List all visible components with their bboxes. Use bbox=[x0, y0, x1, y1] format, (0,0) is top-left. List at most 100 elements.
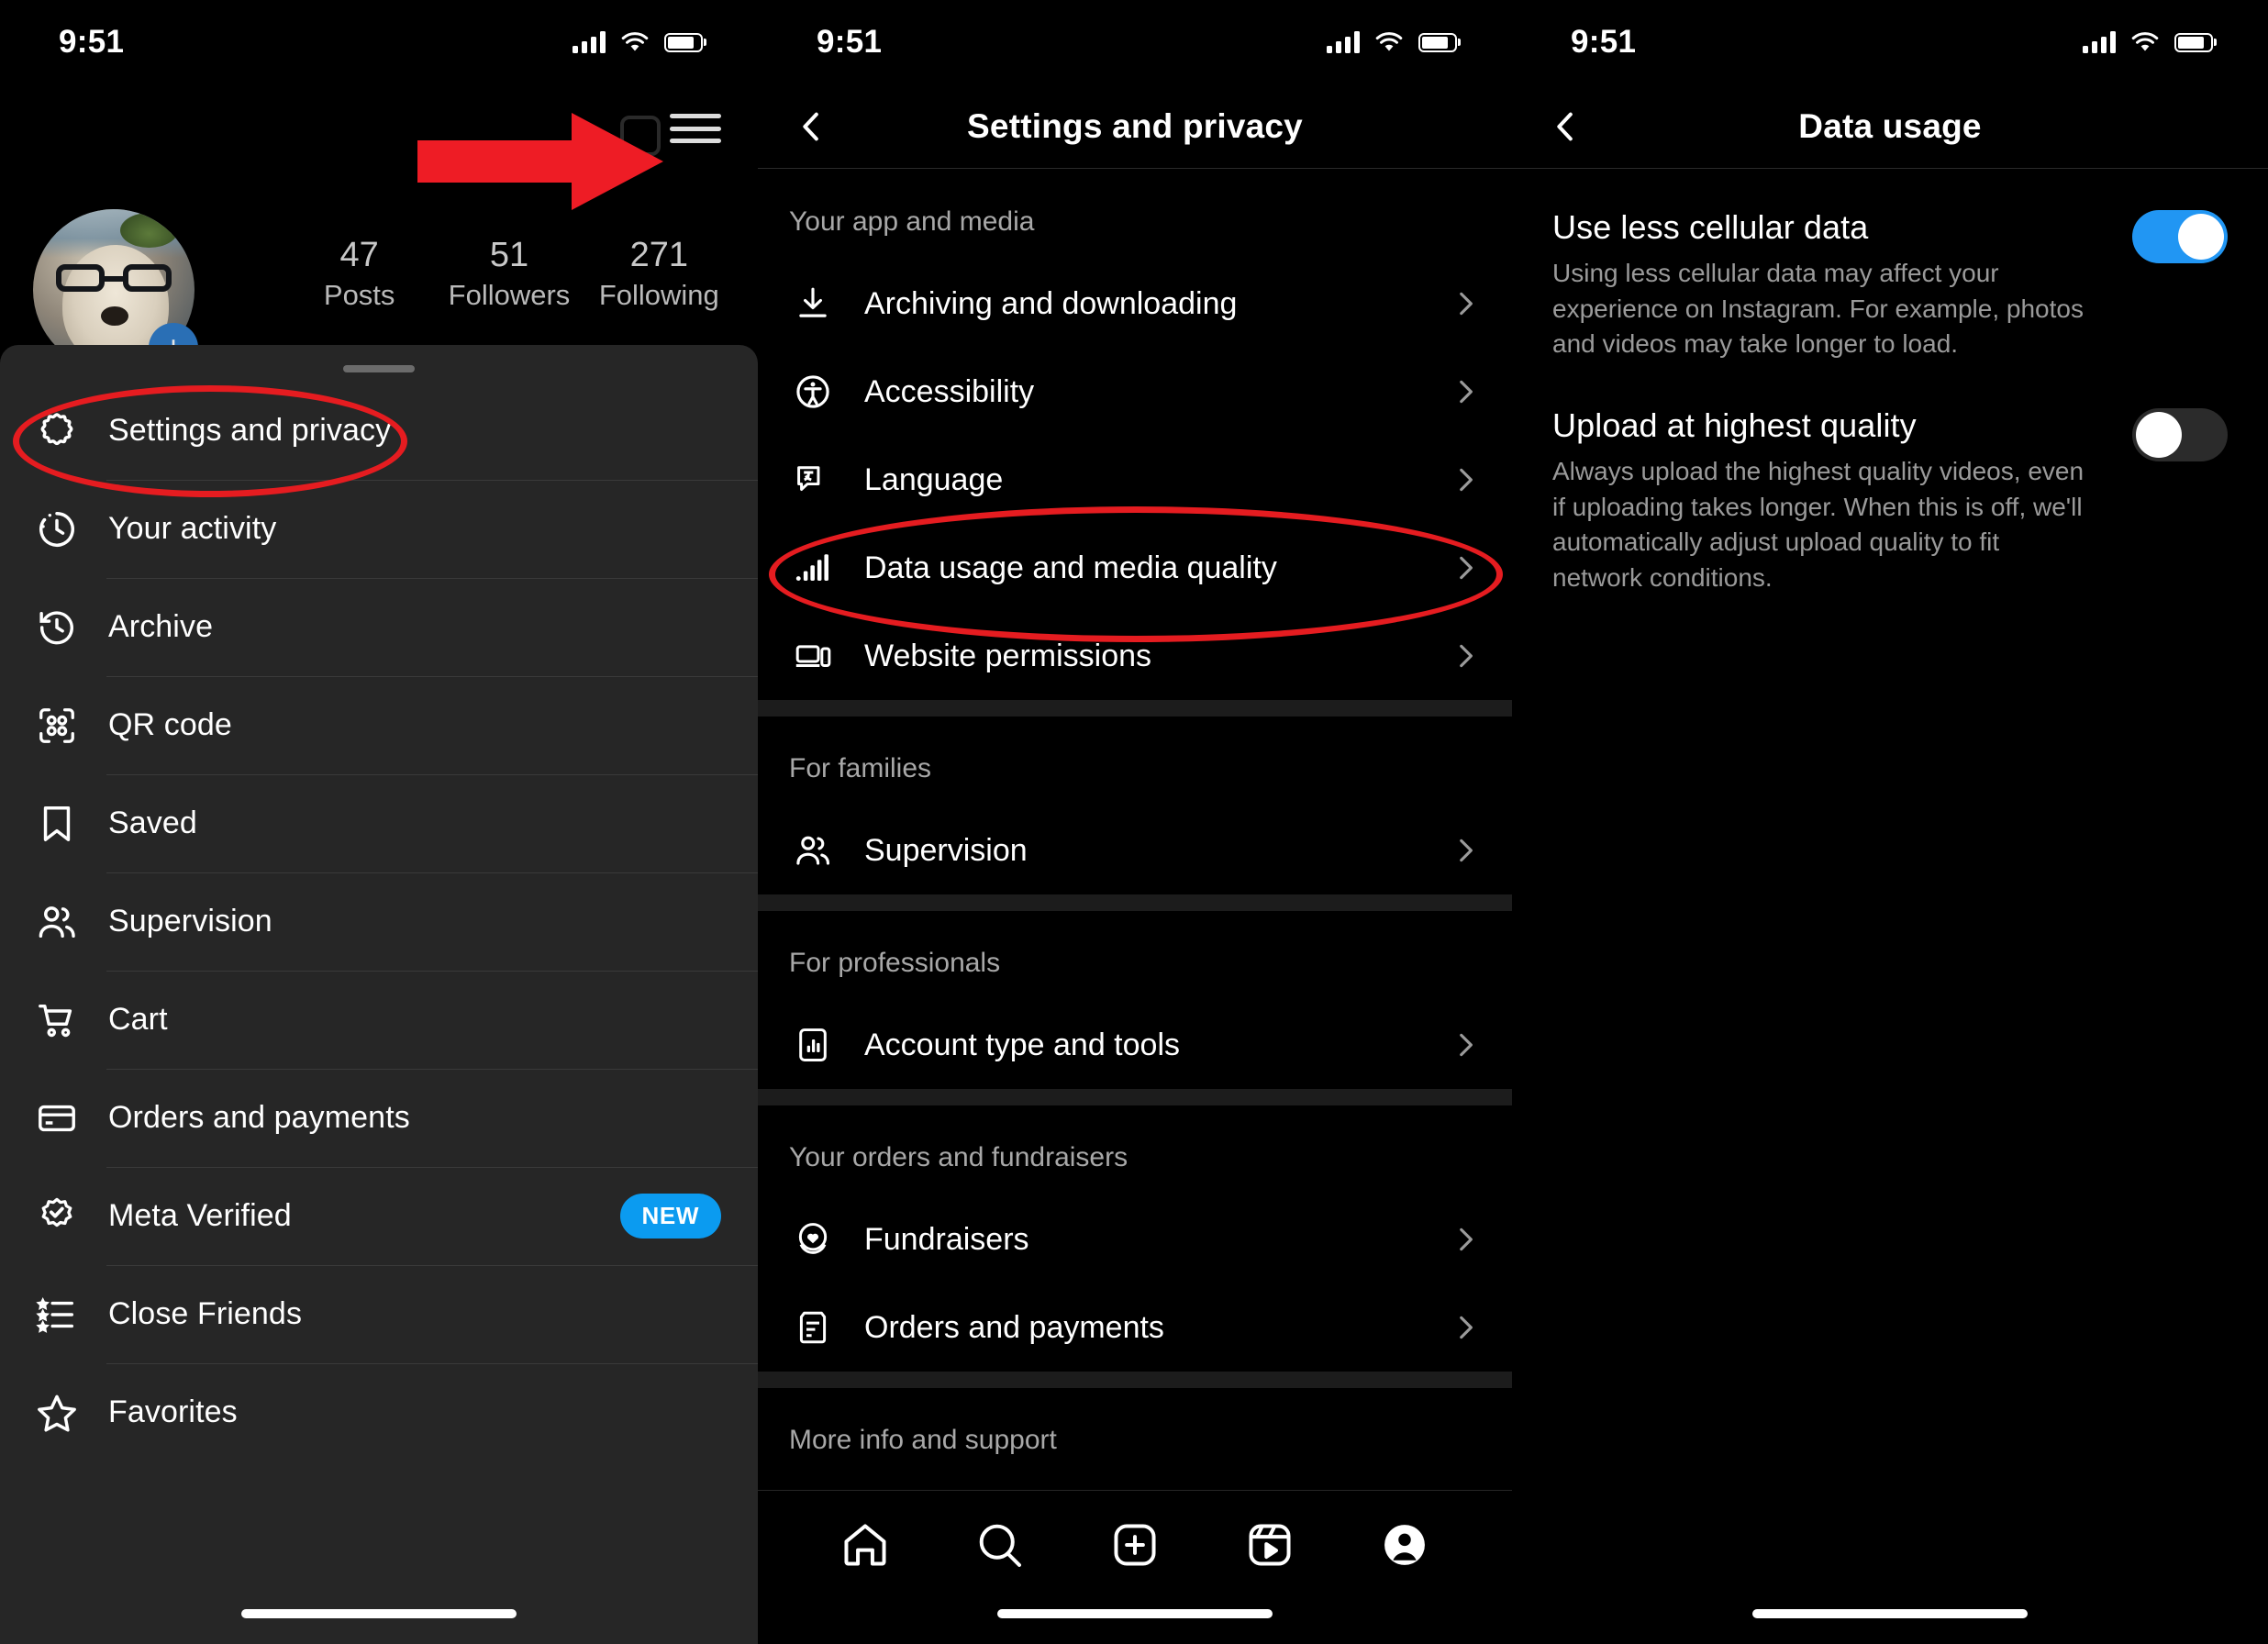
menu-item-qr-code[interactable]: QR code bbox=[0, 676, 758, 774]
setting-title: Upload at highest quality bbox=[1552, 405, 1917, 444]
section-divider bbox=[758, 1089, 1512, 1105]
status-bar-data-usage: 9:51 bbox=[1512, 0, 2268, 84]
settings-row-account-type-and-tools[interactable]: Account type and tools bbox=[758, 1001, 1512, 1089]
search-icon[interactable] bbox=[972, 1516, 1028, 1573]
menu-item-archive[interactable]: Archive bbox=[0, 578, 758, 676]
credit-card-icon bbox=[31, 1093, 83, 1144]
bar-chart-signal-icon bbox=[789, 549, 837, 587]
section-heading-your-orders-and-fundraisers: Your orders and fundraisers bbox=[789, 1142, 1128, 1172]
bookmark-icon bbox=[31, 798, 83, 850]
settings-row-data-usage-and-media-quality[interactable]: Data usage and media quality bbox=[758, 524, 1512, 612]
chevron-left-icon[interactable] bbox=[1540, 101, 1591, 152]
page-title: Data usage bbox=[1798, 106, 1982, 145]
section-divider bbox=[758, 894, 1512, 911]
chevron-right-icon bbox=[1450, 288, 1481, 319]
cellular-signal-icon bbox=[1327, 31, 1360, 53]
panel-data-usage: 9:51 Data usage Use less cellular data U… bbox=[1512, 0, 2268, 1644]
home-indicator bbox=[1752, 1609, 2028, 1618]
menu-item-label: QR code bbox=[108, 707, 232, 742]
menu-item-label: Your activity bbox=[108, 511, 277, 546]
data-usage-settings-list: Use less cellular data Using less cellul… bbox=[1512, 170, 2268, 1644]
star-icon bbox=[31, 1387, 83, 1438]
settings-row-label: Data usage and media quality bbox=[864, 550, 1277, 585]
setting-title: Use less cellular data bbox=[1552, 208, 1869, 246]
settings-row-website-permissions[interactable]: Website permissions bbox=[758, 612, 1512, 700]
toggle-upload-at-highest-quality[interactable] bbox=[2132, 407, 2228, 461]
wifi-icon bbox=[1374, 31, 1404, 53]
home-indicator bbox=[997, 1609, 1273, 1618]
hamburger-menu-icon[interactable] bbox=[670, 108, 721, 149]
account-tools-icon bbox=[789, 1026, 837, 1064]
section-heading-more-info-and-support: More info and support bbox=[789, 1425, 1057, 1455]
language-icon bbox=[789, 461, 837, 499]
status-time: 9:51 bbox=[1571, 24, 1637, 60]
status-bar-settings: 9:51 bbox=[758, 0, 1512, 84]
status-icons bbox=[2083, 31, 2213, 53]
chevron-left-icon[interactable] bbox=[785, 101, 837, 152]
status-bar-profile: 9:51 bbox=[0, 0, 758, 84]
menu-item-label: Archive bbox=[108, 609, 214, 644]
reels-icon[interactable] bbox=[1241, 1516, 1298, 1573]
website-permissions-icon bbox=[789, 637, 837, 675]
profile-avatar-icon[interactable] bbox=[1376, 1516, 1433, 1573]
profile-stats: 47 Posts 51 Followers 271 Following bbox=[284, 236, 734, 312]
menu-item-cart[interactable]: Cart bbox=[0, 971, 758, 1069]
home-icon[interactable] bbox=[837, 1516, 894, 1573]
settings-navbar: Settings and privacy bbox=[758, 84, 1512, 169]
bottom-tab-bar bbox=[758, 1490, 1512, 1644]
home-indicator bbox=[241, 1609, 517, 1618]
archive-clock-icon bbox=[31, 602, 83, 653]
chevron-right-icon bbox=[1450, 1312, 1481, 1343]
menu-item-close-friends[interactable]: Close Friends bbox=[0, 1265, 758, 1363]
menu-item-label: Settings and privacy bbox=[108, 413, 392, 448]
stat-followers[interactable]: 51 Followers bbox=[434, 236, 584, 312]
sheet-drag-handle[interactable] bbox=[343, 365, 415, 372]
setting-upload-at-highest-quality: Upload at highest quality Always upload … bbox=[1552, 368, 2228, 602]
menu-item-settings-and-privacy[interactable]: Settings and privacy bbox=[0, 382, 758, 480]
menu-item-label: Saved bbox=[108, 805, 197, 840]
settings-row-label: Fundraisers bbox=[864, 1221, 1029, 1257]
settings-row-orders-and-payments[interactable]: Orders and payments bbox=[758, 1283, 1512, 1372]
status-icons bbox=[1327, 31, 1457, 53]
settings-list[interactable]: Your app and media Archiving and downloa… bbox=[758, 170, 1512, 1644]
shopping-cart-icon bbox=[31, 994, 83, 1046]
setting-use-less-cellular-data: Use less cellular data Using less cellul… bbox=[1552, 170, 2228, 368]
menu-item-favorites[interactable]: Favorites bbox=[0, 1363, 758, 1461]
settings-row-accessibility[interactable]: Accessibility bbox=[758, 348, 1512, 436]
menu-item-label: Cart bbox=[108, 1002, 168, 1037]
settings-row-archiving-and-downloading[interactable]: Archiving and downloading bbox=[758, 260, 1512, 348]
fundraiser-heart-icon bbox=[789, 1220, 837, 1259]
settings-row-language[interactable]: Language bbox=[758, 436, 1512, 524]
menu-item-saved[interactable]: Saved bbox=[0, 774, 758, 872]
menu-item-label: Supervision bbox=[108, 904, 272, 939]
create-plus-icon[interactable] bbox=[1106, 1516, 1163, 1573]
settings-row-label: Language bbox=[864, 461, 1004, 497]
settings-row-supervision[interactable]: Supervision bbox=[758, 806, 1512, 894]
stat-following[interactable]: 271 Following bbox=[584, 236, 734, 312]
section-divider bbox=[758, 1372, 1512, 1388]
menu-item-supervision[interactable]: Supervision bbox=[0, 872, 758, 971]
settings-row-label: Website permissions bbox=[864, 638, 1152, 673]
profile-menu-sheet: Settings and privacy Your activity Archi… bbox=[0, 345, 758, 1644]
toggle-use-less-cellular-data[interactable] bbox=[2132, 210, 2228, 263]
battery-icon bbox=[2174, 32, 2213, 52]
stat-followers-count: 51 bbox=[489, 236, 529, 274]
menu-item-your-activity[interactable]: Your activity bbox=[0, 480, 758, 578]
activity-clock-icon bbox=[31, 504, 83, 555]
chevron-right-icon bbox=[1450, 1224, 1481, 1255]
menu-item-meta-verified[interactable]: Meta Verified NEW bbox=[0, 1167, 758, 1265]
panel-profile: 9:51 + 47 Posts bbox=[0, 0, 758, 1644]
close-friends-list-icon bbox=[31, 1289, 83, 1340]
stat-posts[interactable]: 47 Posts bbox=[284, 236, 434, 312]
accessibility-icon bbox=[789, 372, 837, 411]
menu-item-orders-and-payments[interactable]: Orders and payments bbox=[0, 1069, 758, 1167]
supervision-people-icon bbox=[31, 896, 83, 948]
wifi-icon bbox=[620, 31, 650, 53]
download-icon bbox=[789, 284, 837, 323]
menu-item-label: Favorites bbox=[108, 1394, 238, 1429]
status-badge: NEW bbox=[619, 1194, 721, 1239]
setting-description: Always upload the highest quality videos… bbox=[1552, 456, 2085, 592]
cellular-signal-icon bbox=[2083, 31, 2116, 53]
status-time: 9:51 bbox=[817, 24, 883, 60]
settings-row-fundraisers[interactable]: Fundraisers bbox=[758, 1195, 1512, 1283]
